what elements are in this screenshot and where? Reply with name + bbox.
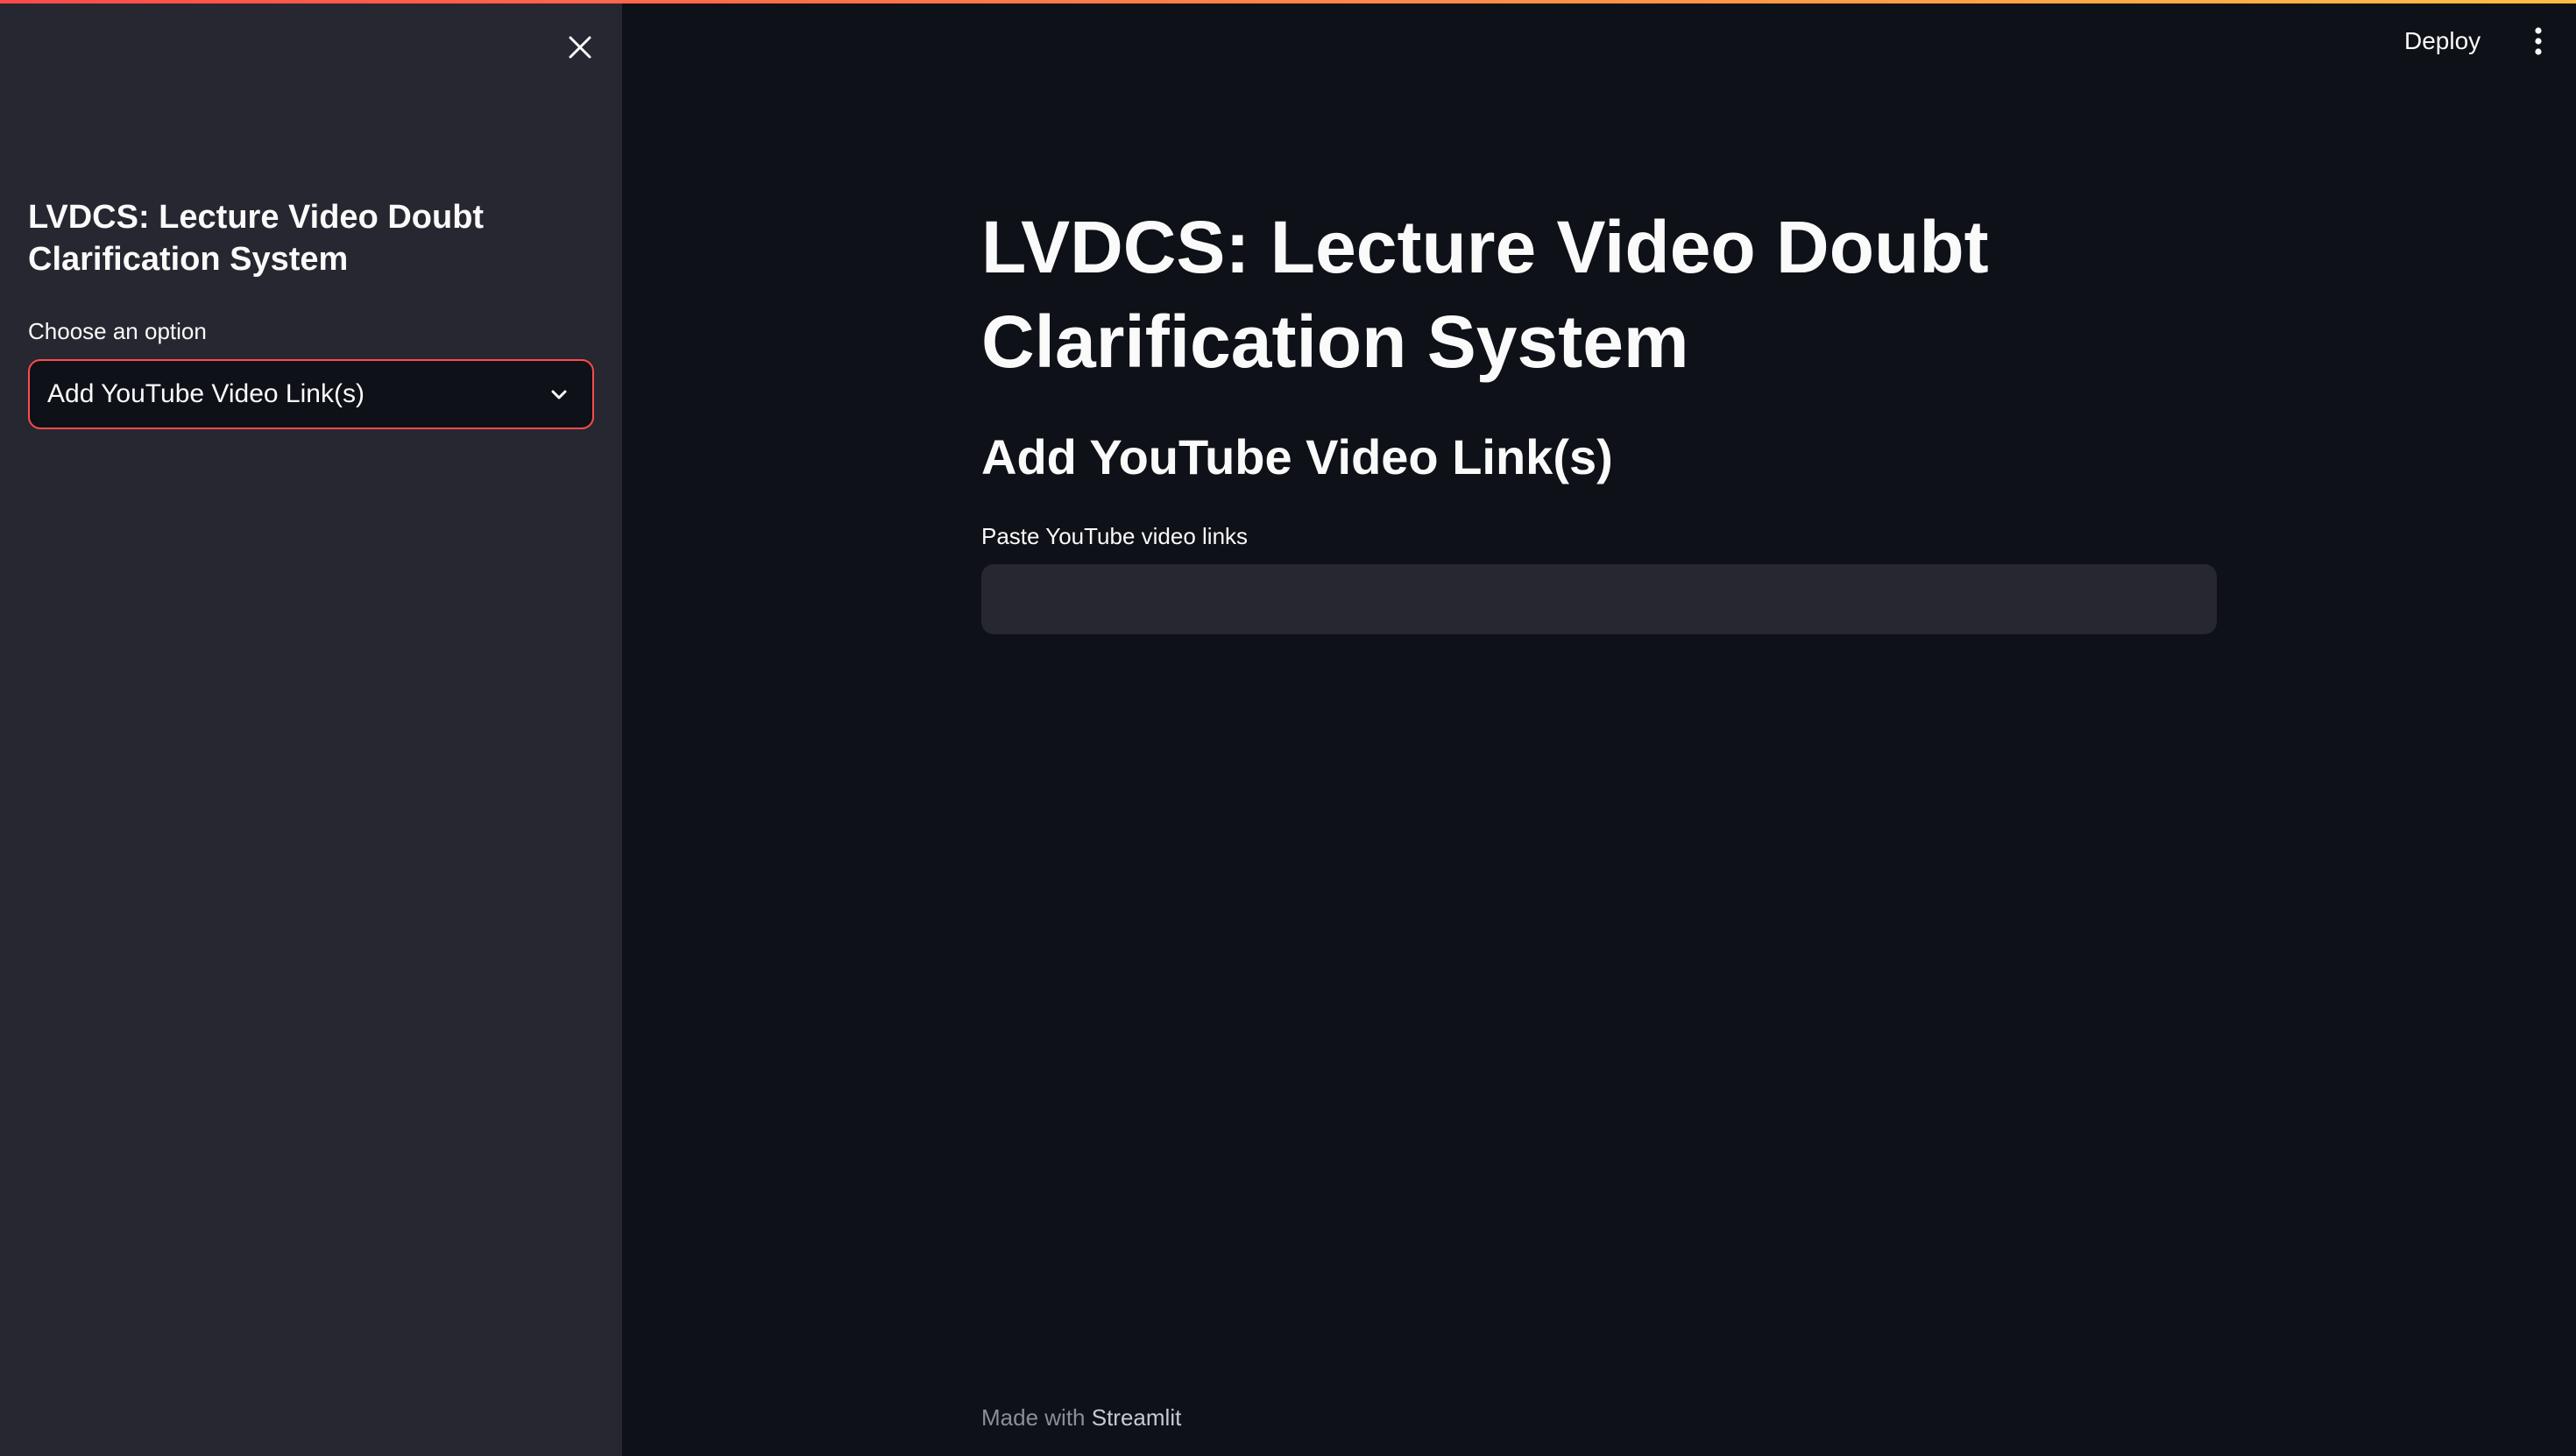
close-sidebar-button[interactable]	[557, 25, 603, 70]
header-decoration-bar	[0, 0, 2576, 4]
select-label: Choose an option	[28, 318, 207, 344]
select-selected-value: Add YouTube Video Link(s)	[47, 379, 364, 408]
section-header: Add YouTube Video Link(s)	[981, 429, 1613, 484]
page-title: LVDCS: Lecture Video Doubt Clarification…	[981, 206, 1989, 383]
streamlit-link[interactable]: Streamlit	[1092, 1404, 1182, 1431]
close-icon	[569, 36, 591, 59]
sidebar-title: LVDCS: Lecture Video Doubt Clarification…	[28, 199, 485, 278]
option-select[interactable]: Add YouTube Video Link(s)	[28, 359, 594, 429]
sidebar: LVDCS: Lecture Video Doubt Clarification…	[0, 0, 622, 1456]
chevron-down-icon	[543, 378, 575, 410]
footer-text: Made with	[981, 1404, 1092, 1431]
footer: Made with Streamlit	[981, 1402, 1181, 1433]
main-menu-button[interactable]	[2516, 19, 2560, 63]
video-links-input[interactable]	[981, 564, 2217, 634]
kebab-menu-icon	[2535, 27, 2542, 55]
deploy-button[interactable]: Deploy	[2392, 19, 2493, 63]
app-root: LVDCS: Lecture Video Doubt Clarification…	[0, 0, 2576, 1456]
video-links-label: Paste YouTube video links	[981, 523, 1249, 549]
